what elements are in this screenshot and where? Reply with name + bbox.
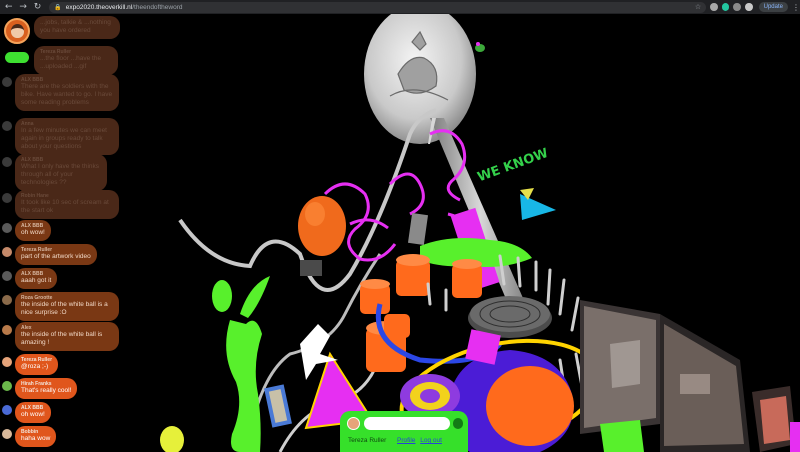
chat-avatar [2, 429, 12, 439]
back-arrow-icon[interactable]: ← [3, 1, 14, 13]
chat-bubble: Alex the inside of the white ball is ama… [15, 322, 119, 351]
forward-arrow-icon[interactable]: → [17, 1, 28, 13]
bookmark-star-icon[interactable]: ☆ [695, 3, 701, 11]
extension-icon[interactable] [710, 3, 718, 11]
extension-icon[interactable] [733, 3, 742, 11]
user-links: Profile Log out [397, 437, 445, 444]
chat-message: ALX BBB aaah got it [2, 268, 58, 289]
chat-avatar [2, 223, 12, 233]
chat-bubble: Bobbin haha wow [15, 426, 57, 447]
extension-icon[interactable] [721, 3, 730, 11]
orange-egg [298, 196, 346, 256]
chat-message: ALX BBB oh wow! [2, 402, 51, 423]
chat-bubble: ...jobs, talkie & ...nothing you have or… [34, 16, 120, 39]
chat-message: ALX BBB What I only have the thinks thro… [2, 154, 107, 191]
user-avatar[interactable] [4, 18, 30, 44]
chat-message-text: part of the artwork video [21, 253, 91, 260]
chat-message: Tereza Ruller ...the floor ...have the .… [34, 46, 118, 75]
chat-bubble: ALX BBB aaah got it [15, 268, 58, 289]
we-know-text: WE KNOW [476, 146, 551, 185]
chat-avatar [2, 157, 12, 167]
url-path: /theendoftheword [132, 3, 183, 11]
chat-avatar [2, 405, 12, 415]
chat-avatar [2, 357, 12, 367]
orange-ball [486, 366, 574, 446]
chat-message-text: @roza ;-) [21, 363, 49, 370]
chat-message-text: That's really cool! [21, 387, 72, 394]
user-name: Tereza Ruller [348, 437, 387, 444]
online-status-badge[interactable] [5, 52, 29, 63]
address-bar[interactable]: 🔒 expo2020.theoverkill.nl /theendofthewo… [49, 1, 707, 13]
chat-message: Tereza Ruller @roza ;-) [2, 354, 59, 375]
chat-message: Alex the inside of the white ball is ama… [2, 322, 119, 351]
chat-bubble: Hirah Franks That's really cool! [15, 378, 78, 399]
chat-message: Robin Hane It took like 10 sec of scream… [2, 190, 119, 219]
chat-bubble: ALX BBB There are the soldiers with the … [15, 74, 119, 111]
chat-bubble: Tereza Ruller @roza ;-) [15, 354, 59, 375]
avatar-face-icon [10, 24, 24, 38]
chat-message: ALX BBB There are the soldiers with the … [2, 74, 119, 111]
chat-message-text: ...the floor ...have the ...uploaded ...… [40, 55, 102, 70]
chat-message: ALX BBB oh wow! [2, 220, 51, 241]
chat-message: Hirah Franks That's really cool! [2, 378, 78, 399]
chat-avatar [2, 381, 12, 391]
chat-message-text: There are the soldiers with the bike. Ha… [21, 83, 113, 106]
chat-avatar [2, 121, 12, 131]
user-chat-bar: Tereza Ruller Profile Log out [340, 411, 468, 452]
chat-message-text: ...jobs, talkie & ...nothing you have or… [40, 19, 111, 34]
puzzle-icon[interactable] [745, 3, 753, 11]
chat-message-text: oh wow! [21, 229, 45, 236]
update-button[interactable]: Update [758, 2, 788, 12]
chat-avatar [2, 193, 12, 203]
chat-message-text: It took like 10 sec of scream at the sta… [21, 199, 109, 214]
chat-bubble: Anna In a few minutes we can meet again … [15, 118, 119, 155]
chat-message-text: the inside of the white ball is amazing … [21, 331, 103, 346]
lime-plant [212, 276, 270, 452]
browser-toolbar: ← → ↻ 🔒 expo2020.theoverkill.nl /theendo… [0, 0, 800, 14]
browser-menu-icon[interactable]: ⋮ [792, 3, 800, 12]
chat-message-text: In a few minutes we can meet again in gr… [21, 127, 107, 150]
chat-panel: ...jobs, talkie & ...nothing you have or… [0, 14, 128, 452]
chat-avatar [2, 271, 12, 281]
url-host: expo2020.theoverkill.nl [65, 3, 133, 11]
chat-bubble: Roza Grootte the inside of the white bal… [15, 292, 119, 321]
chat-bubble: ALX BBB What I only have the thinks thro… [15, 154, 107, 191]
chat-bubble: ALX BBB oh wow! [15, 220, 51, 241]
chat-bubble: Tereza Ruller part of the artwork video [15, 244, 97, 265]
chat-message-text: What I only have the thinks through all … [21, 163, 100, 186]
chat-message-text: the inside of the white ball is a nice s… [21, 301, 108, 316]
chat-message-text: aaah got it [21, 277, 52, 284]
chat-avatar [2, 247, 12, 257]
reload-icon[interactable]: ↻ [32, 1, 43, 13]
chat-message: Tereza Ruller part of the artwork video [2, 244, 97, 265]
chat-bubble: ALX BBB oh wow! [15, 402, 51, 423]
chat-message-text: oh wow! [21, 411, 45, 418]
profile-link[interactable]: Profile [397, 437, 415, 444]
user-avatar-small[interactable] [347, 417, 360, 430]
chat-bubble: Robin Hane It took like 10 sec of scream… [15, 190, 119, 219]
chat-bubble: Tereza Ruller ...the floor ...have the .… [34, 46, 118, 75]
app-window: ← → ↻ 🔒 expo2020.theoverkill.nl /theendo… [0, 0, 800, 452]
cyan-shard [520, 194, 556, 220]
chat-message-text: haha wow [21, 435, 51, 442]
lock-icon: 🔒 [54, 3, 62, 11]
chat-message: Roza Grootte the inside of the white bal… [2, 292, 119, 321]
send-button[interactable] [453, 418, 463, 429]
chat-input[interactable] [364, 417, 450, 430]
chat-avatar [2, 295, 12, 305]
chat-message: ...jobs, talkie & ...nothing you have or… [34, 16, 120, 39]
chat-message: Bobbin haha wow [2, 426, 57, 447]
chat-avatar [2, 325, 12, 335]
yellow-lemon [160, 426, 184, 452]
chat-avatar [2, 77, 12, 87]
chat-message: Anna In a few minutes we can meet again … [2, 118, 119, 155]
logout-link[interactable]: Log out [420, 437, 442, 444]
